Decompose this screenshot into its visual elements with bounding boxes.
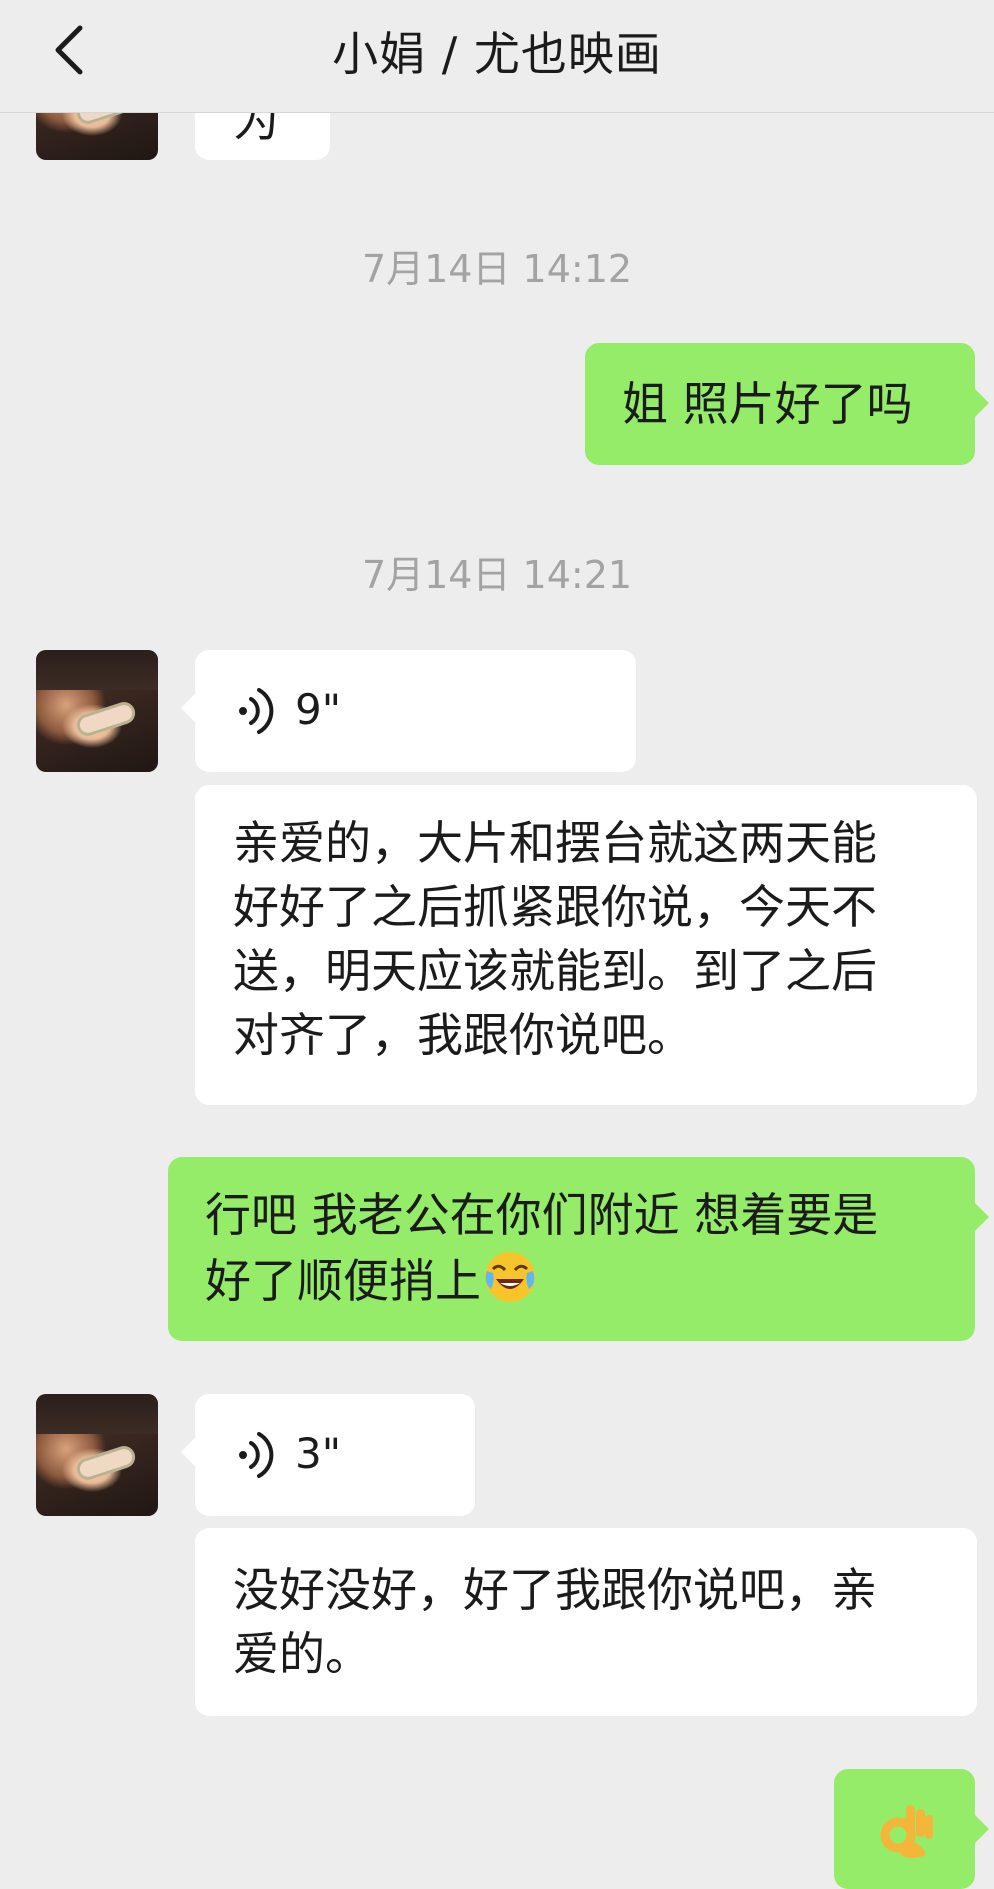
outgoing-message-bubble[interactable]: 行吧 我老公在你们附近 想着要是 好了顺便捎上 bbox=[168, 1157, 989, 1341]
message-line: 好好了之后抓紧跟你说，今天不 bbox=[233, 880, 877, 934]
outgoing-message-bubble[interactable]: 姐 照片好了吗 bbox=[585, 343, 989, 465]
message-line: 爱的。 bbox=[233, 1627, 371, 1681]
voice-duration: 9" bbox=[295, 685, 342, 734]
timestamp: 7月14日 14:12 bbox=[361, 247, 633, 291]
message-line-with-emoji: 好了顺便捎上 bbox=[205, 1247, 975, 1313]
message-line: 对齐了，我跟你说吧。 bbox=[233, 1008, 693, 1062]
outgoing-emoji-bubble[interactable] bbox=[834, 1769, 989, 1889]
voice-wave-icon bbox=[239, 688, 274, 734]
chat-area[interactable]: 为 7月14日 14:12 姐 照片好了吗 7月14日 14:21 9" 亲爱的… bbox=[0, 0, 994, 1889]
voice-wave-icon bbox=[239, 1432, 274, 1478]
chat-header: 小娟 / 尤也映画 bbox=[0, 0, 994, 113]
voice-duration: 3" bbox=[295, 1429, 342, 1478]
message-line: 没好没好，好了我跟你说吧，亲 bbox=[233, 1563, 877, 1617]
contact-avatar[interactable] bbox=[36, 1394, 158, 1516]
contact-avatar[interactable] bbox=[36, 650, 158, 772]
incoming-message-bubble[interactable]: 亲爱的，大片和摆台就这两天能 好好了之后抓紧跟你说，今天不 送，明天应该就能到。… bbox=[195, 785, 977, 1105]
message-line: 行吧 我老公在你们附近 想着要是 bbox=[205, 1188, 879, 1242]
message-line: 送，明天应该就能到。到了之后 bbox=[233, 944, 877, 998]
message-line: 好了顺便捎上 bbox=[205, 1254, 481, 1308]
timestamp: 7月14日 14:21 bbox=[361, 553, 633, 597]
voice-message-bubble[interactable]: 3" bbox=[181, 1394, 475, 1516]
face-with-tears-of-joy-emoji bbox=[485, 1252, 535, 1302]
message-line: 亲爱的，大片和摆台就这两天能 bbox=[233, 816, 877, 870]
message-text: 姐 照片好了吗 bbox=[622, 377, 913, 431]
voice-message-bubble[interactable]: 9" bbox=[181, 650, 636, 772]
incoming-message-bubble[interactable]: 没好没好，好了我跟你说吧，亲 爱的。 bbox=[195, 1528, 977, 1716]
ok-hand-emoji bbox=[880, 1805, 933, 1858]
chat-title: 小娟 / 尤也映画 bbox=[332, 27, 662, 81]
